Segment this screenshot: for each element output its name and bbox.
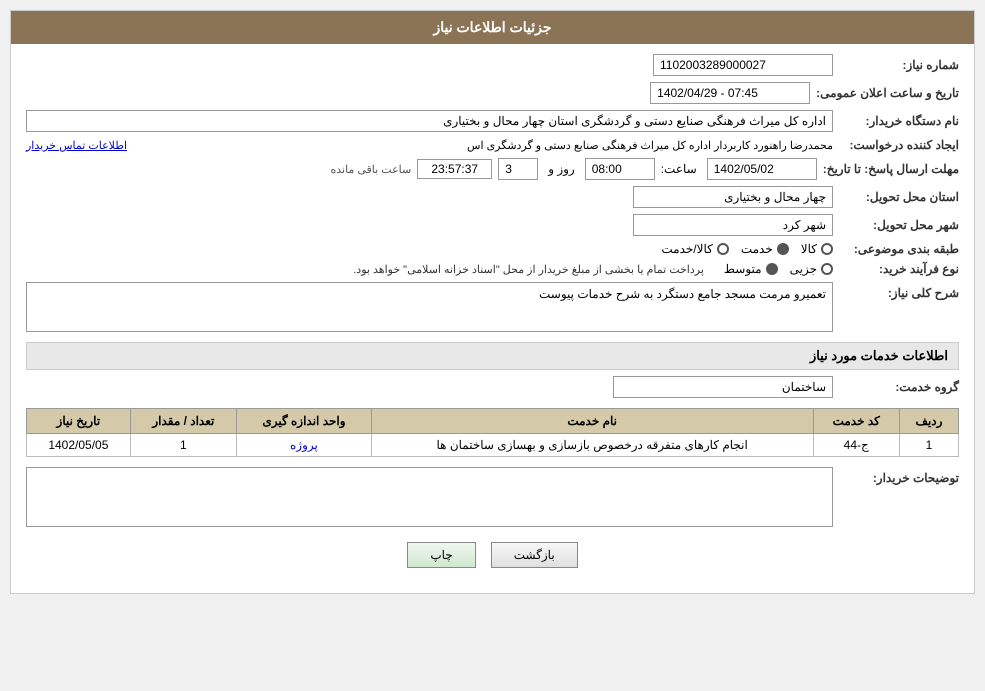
khedmat-table-section: ردیف کد خدمت نام خدمت واحد اندازه گیری ت… — [26, 408, 959, 457]
sharh-row: شرح کلی نیاز: تعمیرو مرمت مسجد جامع دستگ… — [26, 282, 959, 332]
page-header: جزئیات اطلاعات نیاز — [11, 11, 974, 44]
tozihat-label: توضیحات خریدار: — [839, 467, 959, 485]
cell-tarikh: 1402/05/05 — [27, 434, 131, 457]
shomare-niaz-label: شماره نیاز: — [839, 58, 959, 72]
shomare-niaz-field: 1102003289000027 — [653, 54, 833, 76]
sharh-value: تعمیرو مرمت مسجد جامع دستگرد به شرح خدما… — [539, 287, 826, 301]
tozihat-row: توضیحات خریدار: — [26, 467, 959, 527]
noe-farayand-mottaset-label: متوسط — [724, 262, 762, 276]
tabaqe-khedmat-label: خدمت — [741, 242, 773, 256]
button-row: بازگشت چاپ — [26, 542, 959, 568]
tabaqe-label: طبقه بندی موضوعی: — [839, 242, 959, 256]
noe-farayand-label: نوع فرآیند خرید: — [839, 262, 959, 276]
mohlat-rooz-field: 3 — [498, 158, 538, 180]
grohe-khedmat-row: گروه خدمت: ساختمان — [26, 376, 959, 398]
content-area: شماره نیاز: 1102003289000027 تاریخ و ساع… — [11, 44, 974, 593]
nam-dasgah-value: اداره کل میراث فرهنگی صنایع دستی و گردشگ… — [443, 114, 826, 128]
mohlat-label: مهلت ارسال پاسخ: تا تاریخ: — [823, 162, 959, 176]
grohe-khedmat-value: ساختمان — [782, 380, 826, 394]
tarikh-field: 1402/04/29 - 07:45 — [650, 82, 810, 104]
noe-farayand-mottaset-radio[interactable] — [766, 263, 778, 275]
tabaqe-kalakhedmat-label: کالا/خدمت — [661, 242, 712, 256]
noe-farayand-jezzi-radio[interactable] — [821, 263, 833, 275]
header-title: جزئیات اطلاعات نیاز — [433, 19, 551, 35]
sharh-label: شرح کلی نیاز: — [839, 282, 959, 300]
mohlat-saat-field: 08:00 — [585, 158, 655, 180]
cell-nam-khedmat: انجام کارهای متفرقه درخصوص بازسازی و بهس… — [371, 434, 813, 457]
noe-farayand-mottaset-item[interactable]: متوسط — [724, 262, 778, 276]
shahr-row: شهر محل تحویل: شهر کرد — [26, 214, 959, 236]
col-tarikh: تاریخ نیاز — [27, 409, 131, 434]
cell-vahed: پروژه — [237, 434, 372, 457]
mohlat-mande-label: ساعت باقی مانده — [330, 163, 411, 176]
nam-dasgah-label: نام دستگاه خریدار: — [839, 114, 959, 128]
chap-button[interactable]: چاپ — [407, 542, 475, 568]
nam-dasgah-field: اداره کل میراث فرهنگی صنایع دستی و گردشگ… — [26, 110, 833, 132]
ejad-konande-label: ایجاد کننده درخواست: — [839, 138, 959, 152]
ostan-label: استان محل تحویل: — [839, 190, 959, 204]
tabaqe-radio-group: کالا خدمت کالا/خدمت — [661, 242, 833, 256]
shahr-value: شهر کرد — [783, 218, 826, 232]
ostan-row: استان محل تحویل: چهار محال و بختیاری — [26, 186, 959, 208]
khedmat-section-title: اطلاعات خدمات مورد نیاز — [26, 342, 959, 370]
col-vahed: واحد اندازه گیری — [237, 409, 372, 434]
tarikh-value: 1402/04/29 - 07:45 — [657, 86, 758, 100]
noe-farayand-jezzi-item[interactable]: جزیی — [790, 262, 833, 276]
mohlat-mande-time: 23:57:37 — [417, 159, 492, 179]
noe-farayand-desc: پرداخت تمام یا بخشی از مبلغ خریدار از مح… — [353, 263, 704, 276]
tarikh-label: تاریخ و ساعت اعلان عمومی: — [816, 86, 959, 100]
ostan-field: چهار محال و بختیاری — [633, 186, 833, 208]
mohlat-saat: 08:00 — [592, 162, 622, 176]
col-tedad: تعداد / مقدار — [130, 409, 236, 434]
nam-dasgah-row: نام دستگاه خریدار: اداره کل میراث فرهنگی… — [26, 110, 959, 132]
shahr-label: شهر محل تحویل: — [839, 218, 959, 232]
cell-tedad: 1 — [130, 434, 236, 457]
tabaqe-kala-label: کالا — [801, 242, 817, 256]
tabaqe-kalakhedmat-item[interactable]: کالا/خدمت — [661, 242, 728, 256]
ostan-value: چهار محال و بختیاری — [724, 190, 826, 204]
shomare-niaz-row: شماره نیاز: 1102003289000027 — [26, 54, 959, 76]
sharh-field: تعمیرو مرمت مسجد جامع دستگرد به شرح خدما… — [26, 282, 833, 332]
cell-kod-khedmat: ج-44 — [813, 434, 899, 457]
mohlat-rooz-label: روز و — [548, 162, 575, 176]
col-radif: ردیف — [899, 409, 958, 434]
bazgasht-button[interactable]: بازگشت — [491, 542, 578, 568]
noe-farayand-radio-group: جزیی متوسط پرداخت تمام یا بخشی از مبلغ خ… — [353, 262, 833, 276]
col-nam-khedmat: نام خدمت — [371, 409, 813, 434]
page-container: جزئیات اطلاعات نیاز شماره نیاز: 11020032… — [10, 10, 975, 594]
ejad-konande-value: محمدرضا راهنورد کاربردار اداره کل میراث … — [133, 139, 833, 152]
ejad-konande-row: ایجاد کننده درخواست: محمدرضا راهنورد کار… — [26, 138, 959, 152]
tabaqe-kalakhedmat-radio[interactable] — [717, 243, 729, 255]
table-header-row: ردیف کد خدمت نام خدمت واحد اندازه گیری ت… — [27, 409, 959, 434]
shomare-niaz-value: 1102003289000027 — [660, 58, 766, 72]
table-row: 1 ج-44 انجام کارهای متفرقه درخصوص بازساز… — [27, 434, 959, 457]
tabaqe-kala-item[interactable]: کالا — [801, 242, 833, 256]
shahr-field: شهر کرد — [633, 214, 833, 236]
grohe-khedmat-label: گروه خدمت: — [839, 380, 959, 394]
mohlat-rooz: 3 — [505, 162, 512, 176]
tabaqe-khedmat-radio[interactable] — [777, 243, 789, 255]
tabaqe-row: طبقه بندی موضوعی: کالا خدمت کالا/خدمت — [26, 242, 959, 256]
tabaqe-khedmat-item[interactable]: خدمت — [741, 242, 789, 256]
noe-farayand-row: نوع فرآیند خرید: جزیی متوسط پرداخت تمام … — [26, 262, 959, 276]
khedmat-table: ردیف کد خدمت نام خدمت واحد اندازه گیری ت… — [26, 408, 959, 457]
noe-farayand-jezzi-label: جزیی — [790, 262, 817, 276]
tarikh-row: تاریخ و ساعت اعلان عمومی: 1402/04/29 - 0… — [26, 82, 959, 104]
col-kod-khedmat: کد خدمت — [813, 409, 899, 434]
tabaqe-kala-radio[interactable] — [821, 243, 833, 255]
mohlat-row: مهلت ارسال پاسخ: تا تاریخ: 1402/05/02 سا… — [26, 158, 959, 180]
mohlat-saat-label: ساعت: — [661, 162, 697, 176]
mohlat-date-field: 1402/05/02 — [707, 158, 817, 180]
tozihat-field — [26, 467, 833, 527]
grohe-khedmat-field: ساختمان — [613, 376, 833, 398]
cell-radif: 1 — [899, 434, 958, 457]
mohlat-date: 1402/05/02 — [714, 162, 774, 176]
ejad-konande-link[interactable]: اطلاعات تماس خریدار — [26, 139, 127, 152]
